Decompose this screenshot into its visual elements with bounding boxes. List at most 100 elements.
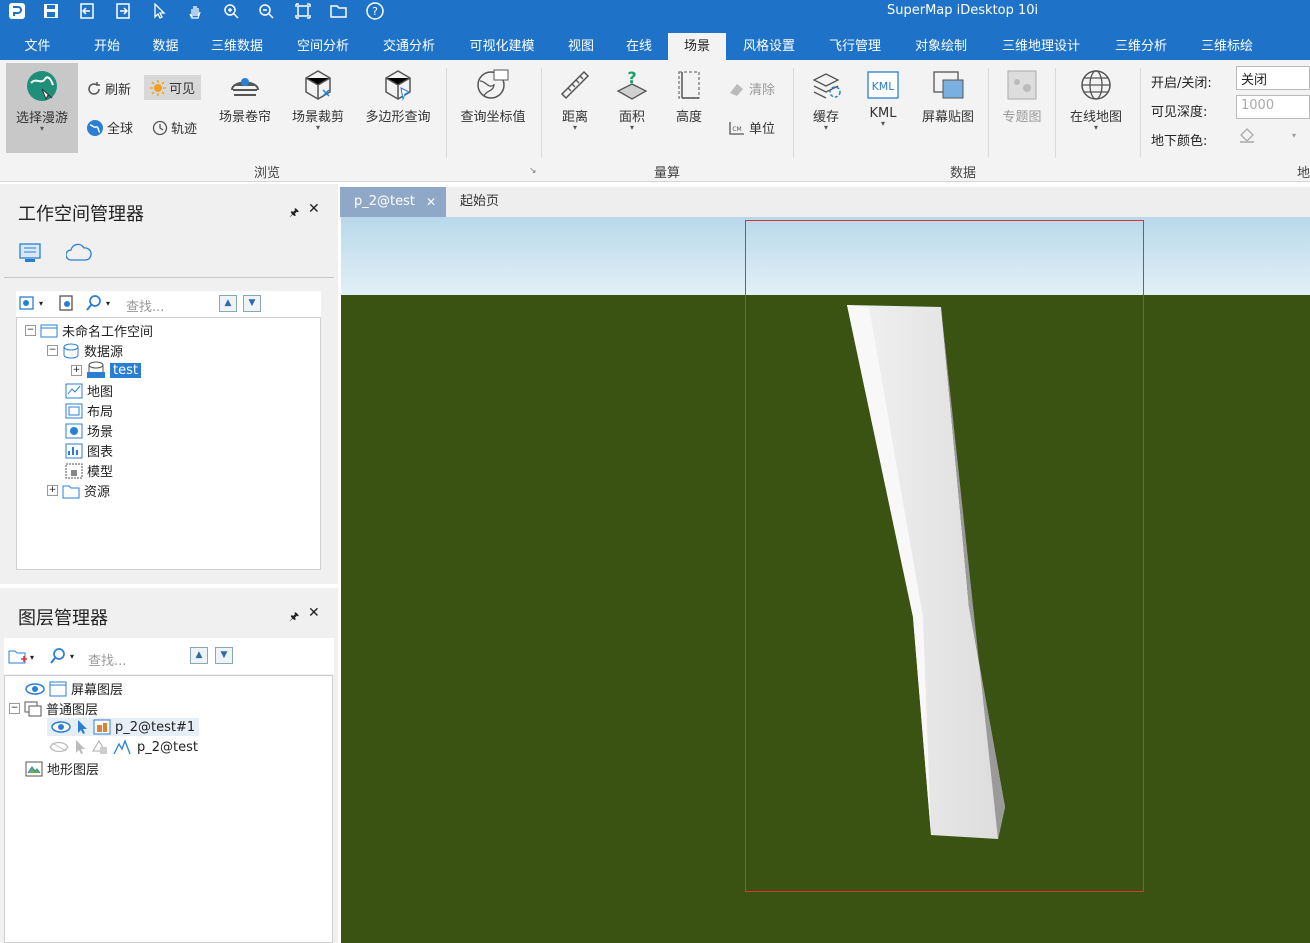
export-icon[interactable] — [114, 2, 132, 20]
kml-button[interactable]: KML KML ▾ — [860, 68, 906, 128]
layer-search-button[interactable]: ▾ — [50, 648, 74, 664]
globe-button[interactable]: 全球 — [86, 118, 133, 137]
cloud-tab-icon[interactable] — [65, 242, 92, 268]
scene-curtain-button[interactable]: 场景卷帘 — [214, 68, 276, 125]
tab-traffic-analysis[interactable]: 交通分析 — [368, 33, 450, 60]
refresh-button[interactable]: 刷新 — [86, 79, 131, 98]
query-coord-button[interactable]: 查询坐标值 — [455, 68, 531, 125]
save-icon[interactable] — [42, 2, 60, 20]
udbx-database-icon — [87, 361, 105, 378]
layer-terrain[interactable]: 地形图层 — [25, 759, 99, 778]
track-button[interactable]: 轨迹 — [152, 118, 197, 137]
pan-hand-icon[interactable] — [186, 2, 204, 20]
workspace-view-button[interactable]: ▾ — [19, 295, 43, 311]
select-roam-button[interactable]: 选择漫游 ▾ — [6, 63, 78, 153]
layer-move-down-button[interactable]: ▼ — [215, 647, 233, 664]
tab-online[interactable]: 在线 — [612, 33, 666, 60]
lock-layer-icon[interactable] — [91, 739, 109, 755]
zoom-in-icon[interactable] — [222, 2, 240, 20]
full-extent-icon[interactable] — [294, 2, 312, 20]
underground-toggle-select[interactable]: 关闭 — [1236, 66, 1310, 90]
visible-depth-input[interactable]: 1000 — [1236, 95, 1310, 119]
tab-spatial-analysis[interactable]: 空间分析 — [282, 33, 364, 60]
online-map-button[interactable]: 在线地图 ▾ — [1064, 68, 1128, 132]
thematic-map-button[interactable]: 专题图 — [998, 68, 1046, 125]
workspace-tree: − 未命名工作空间 − 数据源 + test 地图 布局 场景 图表 模型 + … — [16, 317, 321, 570]
collapse-icon[interactable]: − — [9, 703, 20, 714]
tab-3d-analysis[interactable]: 三维分析 — [1100, 33, 1182, 60]
screen-map-button[interactable]: 屏幕贴图 — [916, 68, 980, 125]
layer-search-input[interactable]: 查找... — [88, 650, 126, 669]
open-folder-icon[interactable] — [330, 2, 348, 20]
tab-3d-data[interactable]: 三维数据 — [196, 33, 278, 60]
height-button[interactable]: 高度 — [666, 68, 712, 125]
unit-button[interactable]: CM 单位 — [728, 118, 775, 137]
close-icon[interactable]: ✕ — [308, 605, 320, 621]
add-layer-button[interactable]: ▾ — [8, 648, 34, 666]
eye-hidden-icon[interactable] — [49, 740, 69, 754]
open-doc-icon — [59, 295, 73, 311]
workspace-tab-icon[interactable] — [18, 242, 44, 268]
tree-model[interactable]: 模型 — [65, 461, 113, 480]
tree-root[interactable]: − 未命名工作空间 — [25, 321, 153, 340]
tree-scene[interactable]: 场景 — [65, 421, 113, 440]
move-up-button[interactable]: ▲ — [219, 295, 237, 312]
tab-file[interactable]: 文件 — [0, 33, 75, 60]
model-layer-icon — [93, 719, 111, 735]
pin-icon[interactable]: 🖈 — [289, 608, 299, 627]
tab-flight-manage[interactable]: 飞行管理 — [814, 33, 896, 60]
zoom-out-icon[interactable] — [257, 2, 275, 20]
tab-style-settings[interactable]: 风格设置 — [728, 33, 810, 60]
tab-start[interactable]: 开始 — [78, 33, 136, 60]
visible-toggle-button[interactable]: 可见 — [144, 75, 202, 100]
tree-resource[interactable]: + 资源 — [47, 481, 110, 500]
tree-map[interactable]: 地图 — [65, 381, 113, 400]
tab-3d-plot[interactable]: 三维标绘 — [1186, 33, 1268, 60]
collapse-icon[interactable]: − — [25, 325, 36, 336]
underground-color-picker[interactable]: ▾ — [1238, 126, 1296, 144]
expand-icon[interactable]: + — [71, 364, 82, 376]
tab-3d-geo-design[interactable]: 三维地理设计 — [986, 33, 1096, 60]
eye-icon[interactable] — [25, 682, 45, 696]
distance-button[interactable]: 距离 ▾ — [552, 68, 598, 132]
layer-item-1[interactable]: p_2@test#1 — [47, 718, 200, 736]
layer-item-2[interactable]: p_2@test — [49, 739, 198, 755]
import-icon[interactable] — [78, 2, 96, 20]
tree-layout-label: 布局 — [87, 405, 114, 420]
dialog-launcher-icon[interactable]: ↘ — [529, 166, 537, 176]
expand-icon[interactable]: + — [47, 485, 58, 496]
help-icon[interactable]: ? — [366, 2, 384, 20]
polygon-query-button[interactable]: 多边形查询 — [360, 68, 436, 125]
pointer-icon[interactable] — [150, 2, 168, 20]
layer-screen[interactable]: 屏幕图层 — [25, 679, 123, 698]
collapse-icon[interactable]: − — [47, 345, 58, 356]
tab-data[interactable]: 数据 — [138, 33, 193, 60]
tree-chart[interactable]: 图表 — [65, 441, 113, 460]
clear-button[interactable]: 清除 — [728, 79, 775, 98]
doc-tab-scene[interactable]: p_2@test ✕ — [340, 187, 446, 217]
workspace-search-input[interactable]: 查找... — [126, 296, 164, 315]
eye-icon[interactable] — [51, 720, 71, 734]
area-button[interactable]: ? 面积 ▾ — [609, 68, 655, 132]
tab-scene[interactable]: 场景 — [668, 33, 726, 60]
tab-visual-modeling[interactable]: 可视化建模 — [454, 33, 550, 60]
close-icon[interactable]: ✕ — [308, 201, 320, 217]
move-down-button[interactable]: ▼ — [243, 295, 261, 312]
layer-move-up-button[interactable]: ▲ — [190, 647, 208, 664]
workspace-search-button[interactable]: ▾ — [86, 295, 110, 311]
tree-datasource[interactable]: − 数据源 — [47, 341, 123, 360]
close-icon[interactable]: ✕ — [426, 187, 436, 217]
cache-button[interactable]: 缓存 ▾ — [803, 68, 849, 132]
selectable-pointer-icon[interactable] — [75, 719, 89, 735]
workspace-open-button[interactable] — [58, 295, 76, 311]
tab-view[interactable]: 视图 — [554, 33, 608, 60]
scene-clip-button[interactable]: 场景裁剪 ▾ — [286, 68, 350, 132]
scene-viewport[interactable] — [341, 217, 1310, 943]
pin-icon[interactable]: 🖈 — [289, 204, 299, 223]
doc-tab-start[interactable]: 起始页 — [460, 187, 520, 217]
tree-layout[interactable]: 布局 — [65, 401, 113, 420]
tab-object-draw[interactable]: 对象绘制 — [900, 33, 982, 60]
selectable-pointer-icon[interactable] — [73, 739, 87, 755]
layer-normal[interactable]: − 普通图层 — [9, 699, 98, 718]
tree-test[interactable]: + test — [71, 361, 141, 379]
